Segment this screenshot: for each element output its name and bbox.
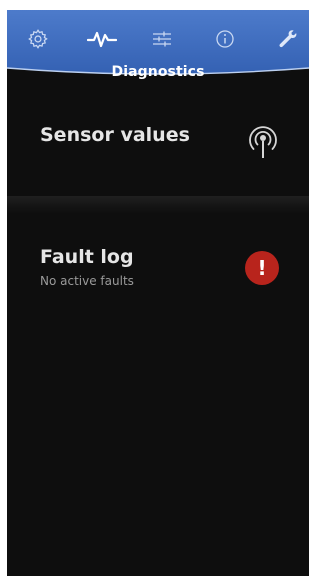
nav-adjustments-button[interactable] bbox=[147, 24, 177, 54]
info-icon bbox=[216, 30, 234, 48]
wrench-icon bbox=[279, 30, 297, 48]
gear-icon bbox=[28, 29, 48, 49]
fault-log-item[interactable]: Fault log No active faults ! bbox=[7, 214, 309, 324]
top-navigation-bar: Diagnostics bbox=[7, 10, 309, 94]
nav-info-button[interactable] bbox=[210, 24, 240, 54]
sliders-icon bbox=[153, 31, 171, 47]
section-divider bbox=[7, 196, 309, 214]
nav-diagnostics-button[interactable] bbox=[87, 24, 117, 54]
nav-settings-button[interactable] bbox=[23, 24, 53, 54]
antenna-signal-icon bbox=[249, 126, 277, 158]
page-title: Diagnostics bbox=[111, 64, 205, 80]
alert-icon: ! bbox=[245, 251, 279, 285]
sensor-values-item[interactable]: Sensor values bbox=[7, 94, 309, 196]
sensor-values-label: Sensor values bbox=[40, 124, 190, 146]
pulse-icon bbox=[87, 31, 117, 48]
nav-tools-button[interactable] bbox=[273, 24, 303, 54]
fault-log-label: Fault log bbox=[40, 246, 134, 268]
app-screen: Diagnostics Sensor values Fault log No a… bbox=[7, 10, 309, 576]
fault-status-text: No active faults bbox=[40, 274, 134, 288]
